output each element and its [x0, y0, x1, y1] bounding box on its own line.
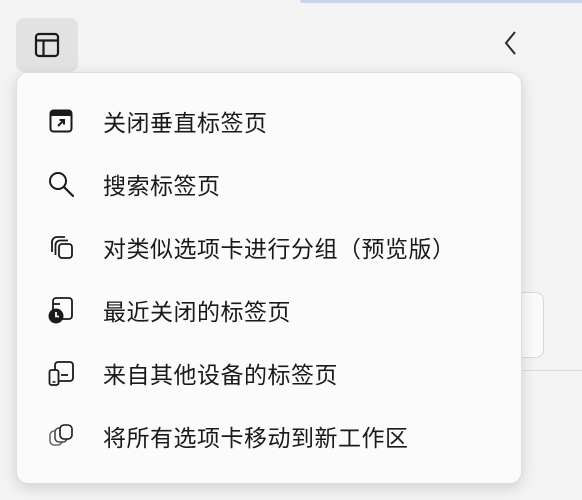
collapse-button[interactable]: [494, 22, 528, 64]
menu-item-group-similar-tabs[interactable]: 对类似选项卡进行分组（预览版）: [17, 215, 521, 278]
menu-item-tabs-from-other-devices[interactable]: 来自其他设备的标签页: [17, 341, 521, 404]
menu-item-search-tabs[interactable]: 搜索标签页: [17, 152, 521, 215]
tab-actions-menu: 关闭垂直标签页 搜索标签页 对类似选项卡进行分组（预览版） 最近关闭的标签页 来…: [16, 72, 522, 484]
vertical-tabs-button[interactable]: [16, 18, 78, 72]
menu-item-recently-closed[interactable]: 最近关闭的标签页: [17, 278, 521, 341]
address-bar-edge: [300, 0, 582, 3]
menu-item-move-to-new-workspace[interactable]: 将所有选项卡移动到新工作区: [17, 404, 521, 467]
close-vertical-tabs-icon: [45, 105, 77, 137]
menu-item-close-vertical-tabs[interactable]: 关闭垂直标签页: [17, 89, 521, 152]
menu-item-label: 将所有选项卡移动到新工作区: [103, 425, 409, 452]
sidebar-toggle-icon: [32, 30, 62, 60]
menu-item-label: 关闭垂直标签页: [103, 110, 268, 137]
search-icon: [45, 168, 77, 200]
move-to-workspace-icon: [45, 420, 77, 452]
other-devices-icon: [45, 357, 77, 389]
menu-item-label: 搜索标签页: [103, 173, 221, 200]
chevron-left-icon: [501, 29, 521, 57]
recently-closed-icon: [45, 294, 77, 326]
group-tabs-icon: [45, 231, 77, 263]
menu-item-label: 对类似选项卡进行分组（预览版）: [103, 236, 456, 263]
menu-item-label: 来自其他设备的标签页: [103, 362, 338, 389]
menu-item-label: 最近关闭的标签页: [103, 299, 291, 326]
